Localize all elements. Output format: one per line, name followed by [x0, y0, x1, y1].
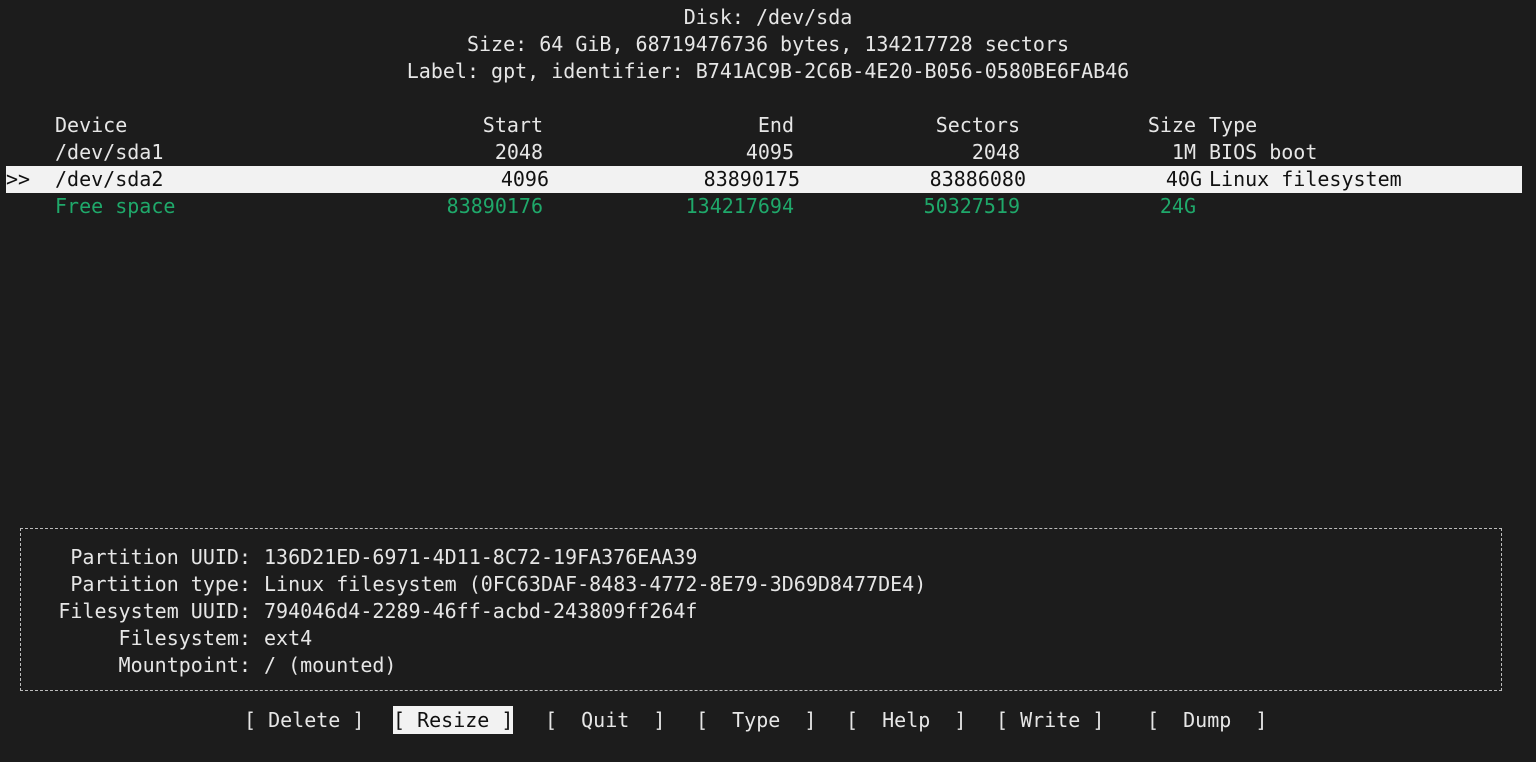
help-button[interactable]: [ Help ] — [846, 706, 966, 734]
partition-type: Linux filesystem — [1209, 167, 1402, 191]
disk-size-info: Size: 64 GiB, 68719476736 bytes, 1342177… — [466, 32, 1070, 56]
filesystem-label: Filesystem: — [118, 626, 251, 650]
partition-start: 4096 — [500, 167, 549, 191]
partition-type: BIOS boot — [1209, 140, 1318, 164]
partition-device: /dev/sda1 — [55, 140, 164, 164]
partition-size: 40G — [1165, 167, 1202, 191]
disk-title: Disk: /dev/sda — [683, 5, 853, 29]
partition-size: 1M — [1171, 140, 1196, 164]
filesystem-uuid-label: Filesystem UUID: — [58, 599, 251, 623]
write-button[interactable]: [ Write ] — [996, 706, 1104, 734]
partition-type-label: Partition type: — [70, 572, 251, 596]
partition-row-free-space[interactable]: Free space 83890176 134217694 50327519 2… — [0, 193, 1536, 220]
partition-end: 83890175 — [703, 167, 800, 191]
partition-uuid-value: 136D21ED-6971-4D11-8C72-19FA376EAA39 — [264, 545, 698, 569]
partition-end: 134217694 — [685, 194, 794, 218]
partition-device: Free space — [55, 194, 176, 218]
partition-row-sda1[interactable]: /dev/sda1 2048 4095 2048 1M BIOS boot — [0, 139, 1536, 166]
partition-start: 83890176 — [446, 194, 543, 218]
partition-sectors: 50327519 — [923, 194, 1020, 218]
filesystem-uuid-value: 794046d4-2289-46ff-acbd-243809ff264f — [264, 599, 698, 623]
partition-sectors: 2048 — [971, 140, 1020, 164]
partition-size: 24G — [1159, 194, 1196, 218]
mountpoint-label: Mountpoint: — [118, 653, 251, 677]
column-header-device: Device — [55, 113, 128, 137]
quit-button[interactable]: [ Quit ] — [545, 706, 665, 734]
table-header-row: Device Start End Sectors Size Type — [0, 112, 1536, 139]
mountpoint-value: / (mounted) — [264, 653, 397, 677]
filesystem-value: ext4 — [264, 626, 313, 650]
resize-button[interactable]: [ Resize ] — [393, 706, 514, 734]
partition-info-panel: Partition UUID: 136D21ED-6971-4D11-8C72-… — [20, 528, 1502, 691]
column-header-end: End — [757, 113, 794, 137]
action-button-bar: [ Delete ] [ Resize ] [ Quit ] [ Type ] … — [0, 706, 1536, 734]
partition-type-value: Linux filesystem (0FC63DAF-8483-4772-8E7… — [264, 572, 927, 596]
column-header-size: Size — [1147, 113, 1196, 137]
dump-button[interactable]: [ Dump ] — [1147, 706, 1267, 734]
type-button[interactable]: [ Type ] — [696, 706, 816, 734]
partition-sectors: 83886080 — [929, 167, 1026, 191]
column-header-sectors: Sectors — [935, 113, 1020, 137]
partition-uuid-label: Partition UUID: — [70, 545, 251, 569]
column-header-start: Start — [482, 113, 543, 137]
disk-label-info: Label: gpt, identifier: B741AC9B-2C6B-4E… — [406, 59, 1130, 83]
partition-end: 4095 — [745, 140, 794, 164]
partition-device: /dev/sda2 — [55, 167, 164, 191]
column-header-type: Type — [1209, 113, 1258, 137]
selection-marker: >> — [6, 167, 31, 191]
delete-button[interactable]: [ Delete ] — [244, 706, 364, 734]
partition-row-sda2[interactable]: >> /dev/sda2 4096 83890175 83886080 40G … — [6, 166, 1522, 193]
partition-start: 2048 — [494, 140, 543, 164]
